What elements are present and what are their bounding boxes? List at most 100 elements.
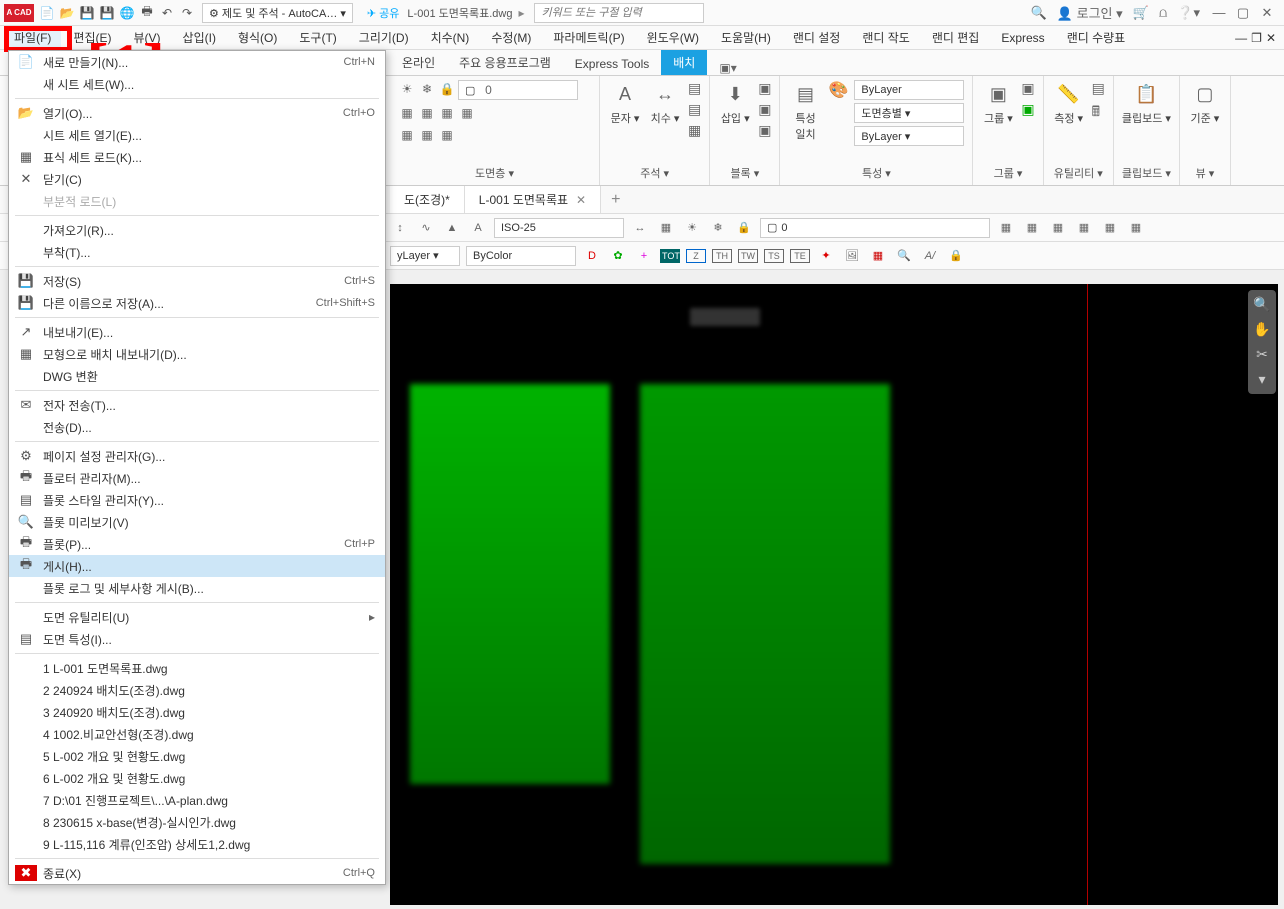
menu-insert[interactable]: 삽입(I) — [173, 26, 226, 49]
menu-landy-settings[interactable]: 랜디 설정 — [783, 26, 851, 49]
menu-view[interactable]: 뷰(V) — [123, 26, 170, 49]
st1-icon2[interactable]: ∿ — [416, 221, 436, 234]
measure-button[interactable]: 📏측정 ▾ — [1052, 80, 1086, 126]
group-button[interactable]: ▣그룹 ▾ — [981, 80, 1015, 126]
st1-icon6[interactable]: ▦ — [656, 221, 676, 234]
file-menu-item[interactable]: 시트 세트 열기(E)... — [9, 124, 385, 146]
file-menu-item[interactable]: 📂열기(O)...Ctrl+O — [9, 102, 385, 124]
file-menu-item[interactable]: 💾저장(S)Ctrl+S — [9, 270, 385, 292]
bycolor-combo[interactable]: ByColor — [466, 246, 576, 266]
menu-help[interactable]: 도움말(H) — [711, 26, 781, 49]
match-props-button[interactable]: ▤특성 일치 — [788, 80, 822, 142]
layer-tool5-icon[interactable]: ▦ — [398, 126, 416, 144]
st2-icon15[interactable]: 🔒 — [946, 249, 966, 262]
search-icon[interactable]: 🔍 — [1031, 5, 1047, 21]
menu-draw[interactable]: 그리기(D) — [349, 26, 419, 49]
menu-landy-edit[interactable]: 랜디 편집 — [922, 26, 990, 49]
add-tab-button[interactable]: + — [601, 191, 630, 209]
doc-tab-2[interactable]: L-001 도면목록표✕ — [465, 186, 601, 213]
qat-web-icon[interactable]: 🌐 — [118, 4, 136, 22]
file-menu-item[interactable]: 🖶플로터 관리자(M)... — [9, 467, 385, 489]
file-menu-item[interactable]: ✕닫기(C) — [9, 168, 385, 190]
block-icon-3[interactable]: ▣ — [758, 122, 771, 139]
share-button[interactable]: ✈ 공유 — [367, 5, 400, 21]
st1-icon10[interactable]: ▦ — [996, 221, 1016, 234]
nav-more-icon[interactable]: ▾ — [1258, 371, 1265, 388]
dimstyle-combo[interactable]: ISO-25 — [494, 218, 624, 238]
doc-close-icon[interactable]: ✕ — [1266, 31, 1276, 45]
panel-title-util[interactable]: 유틸리티 ▾ — [1052, 163, 1105, 183]
qat-new-icon[interactable]: 📄 — [38, 4, 56, 22]
file-menu-item[interactable]: 🔍플롯 미리보기(V) — [9, 511, 385, 533]
st2-icon9[interactable]: TE — [790, 249, 810, 263]
file-menu-item[interactable]: ↗내보내기(E)... — [9, 321, 385, 343]
st1-icon4[interactable]: A — [468, 222, 488, 234]
st1-icon15[interactable]: ▦ — [1126, 221, 1146, 234]
st2-icon3[interactable]: + — [634, 250, 654, 262]
file-menu-item[interactable]: ⚙페이지 설정 관리자(G)... — [9, 445, 385, 467]
prop-combo-1[interactable]: ByLayer — [854, 80, 964, 100]
ribbon-tab-apps[interactable]: 주요 응용프로그램 — [447, 50, 563, 75]
title-arrow-icon[interactable]: ▸ — [518, 6, 524, 20]
baseview-button[interactable]: ▢기준 ▾ — [1188, 80, 1222, 126]
menu-edit[interactable]: 편집(E) — [63, 26, 121, 49]
qat-print-icon[interactable]: 🖶 — [138, 4, 156, 22]
nav-zoom-icon[interactable]: 🔍 — [1253, 296, 1270, 313]
st2-icon2[interactable]: ✿ — [608, 249, 628, 262]
menu-dim[interactable]: 치수(N) — [421, 26, 480, 49]
prop-combo-2[interactable]: 도면층별 ▾ — [854, 103, 964, 123]
st1-icon13[interactable]: ▦ — [1074, 221, 1094, 234]
file-menu-item[interactable]: 9 L-115,116 계류(인조암) 상세도1,2.dwg — [9, 833, 385, 855]
apps-icon[interactable]: ⩍ — [1159, 5, 1167, 21]
group-tool2-icon[interactable]: ▣ — [1021, 101, 1034, 118]
file-menu-item[interactable]: 전송(D)... — [9, 416, 385, 438]
layer-sun-icon[interactable]: ☀ — [398, 80, 416, 98]
st1-icon7[interactable]: ☀ — [682, 221, 702, 234]
st2-icon1[interactable]: D — [582, 250, 602, 262]
qat-open-icon[interactable]: 📂 — [58, 4, 76, 22]
annot-icon-3[interactable]: ▦ — [688, 122, 701, 139]
drawing-canvas[interactable]: 🔍 ✋ ✂ ▾ — [390, 284, 1278, 905]
color-wheel-icon[interactable]: 🎨 — [828, 80, 848, 100]
close-icon[interactable]: ✕ — [1258, 5, 1276, 21]
qat-saveas-icon[interactable]: 💾 — [98, 4, 116, 22]
nav-orbit-icon[interactable]: ✂ — [1256, 346, 1268, 363]
menu-format[interactable]: 형식(O) — [228, 26, 287, 49]
util-icon-1[interactable]: ▤ — [1092, 80, 1105, 97]
layer-lock-icon[interactable]: 🔒 — [438, 80, 456, 98]
menu-parametric[interactable]: 파라메트릭(P) — [543, 26, 634, 49]
panel-title-block[interactable]: 블록 ▾ — [718, 163, 771, 183]
file-menu-item[interactable]: 🖶플롯(P)...Ctrl+P — [9, 533, 385, 555]
clipboard-button[interactable]: 📋클립보드 ▾ — [1122, 80, 1171, 126]
menu-window[interactable]: 윈도우(W) — [637, 26, 709, 49]
st2-icon12[interactable]: ▦ — [868, 249, 888, 262]
file-menu-item[interactable]: 8 230615 x-base(변경)-실시인가.dwg — [9, 811, 385, 833]
panel-title-group[interactable]: 그룹 ▾ — [981, 163, 1034, 183]
doc-tab-1[interactable]: 도(조경)* — [390, 186, 465, 213]
nav-pan-icon[interactable]: ✋ — [1253, 321, 1270, 338]
st2-icon8[interactable]: TS — [764, 249, 784, 263]
menu-landy-draw[interactable]: 랜디 작도 — [852, 26, 920, 49]
st2-icon6[interactable]: TH — [712, 249, 732, 263]
doc-restore-icon[interactable]: ❐ — [1251, 31, 1262, 45]
block-icon-2[interactable]: ▣ — [758, 101, 771, 118]
st1-icon8[interactable]: ❄ — [708, 221, 728, 234]
login-button[interactable]: 👤 로그인 ▾ — [1057, 3, 1123, 22]
insert-button[interactable]: ⬇삽입 ▾ — [718, 80, 752, 126]
file-menu-item[interactable]: 💾다른 이름으로 저장(A)...Ctrl+Shift+S — [9, 292, 385, 314]
file-menu-item[interactable]: 6 L-002 개요 및 현황도.dwg — [9, 767, 385, 789]
panel-title-view[interactable]: 뷰 ▾ — [1188, 163, 1222, 183]
panel-title-annot[interactable]: 주석 ▾ — [608, 163, 701, 183]
file-menu-item[interactable]: 5 L-002 개요 및 현황도.dwg — [9, 745, 385, 767]
file-menu-item[interactable]: 새 시트 세트(W)... — [9, 73, 385, 95]
text-button[interactable]: A문자 ▾ — [608, 80, 642, 126]
file-menu-item[interactable]: 2 240924 배치도(조경).dwg — [9, 679, 385, 701]
file-menu-item[interactable]: 🖶게시(H)... — [9, 555, 385, 577]
ribbon-extra-icon[interactable]: ▣▾ — [719, 61, 736, 75]
layer-combo[interactable]: ▢ 0 — [458, 80, 578, 100]
st1-icon9[interactable]: 🔒 — [734, 221, 754, 234]
file-menu-item[interactable]: 3 240920 배치도(조경).dwg — [9, 701, 385, 723]
st1-icon11[interactable]: ▦ — [1022, 221, 1042, 234]
qat-redo-icon[interactable]: ↷ — [178, 4, 196, 22]
layer-tool2-icon[interactable]: ▦ — [418, 104, 436, 122]
